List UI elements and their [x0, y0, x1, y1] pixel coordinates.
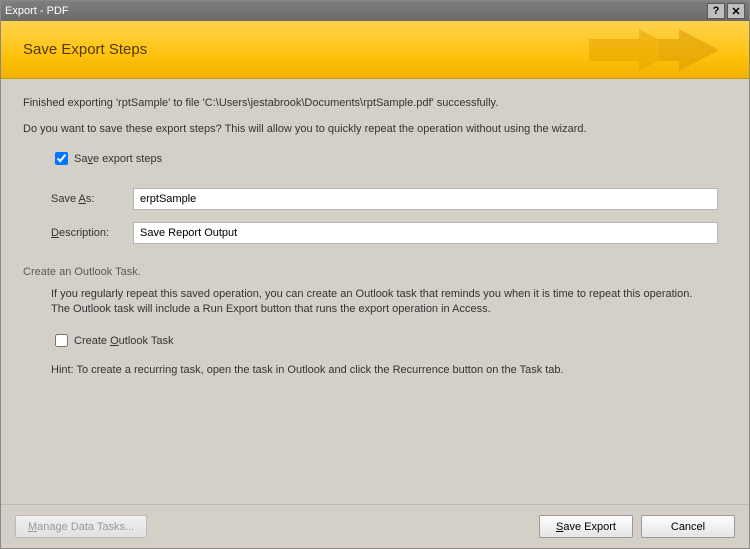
outlook-section-label: Create an Outlook Task.: [23, 266, 727, 278]
create-outlook-task-label: Create Outlook Task: [74, 335, 173, 347]
window-title: Export - PDF: [5, 5, 705, 17]
save-as-input[interactable]: [133, 188, 718, 210]
manage-data-tasks-button[interactable]: Manage Data Tasks...: [15, 515, 147, 538]
banner: Save Export Steps: [1, 21, 749, 79]
description-label: Description:: [51, 227, 133, 239]
finished-message: Finished exporting 'rptSample' to file '…: [23, 97, 727, 109]
close-icon: ✕: [731, 5, 740, 18]
button-bar: Manage Data Tasks... Save Export Cancel: [1, 504, 749, 548]
save-export-steps-checkbox[interactable]: [55, 152, 68, 165]
help-button[interactable]: ?: [707, 3, 725, 19]
create-outlook-task-row: Create Outlook Task: [51, 331, 727, 350]
save-export-steps-label: Save export steps: [74, 153, 162, 165]
description-input[interactable]: [133, 222, 718, 244]
save-export-button[interactable]: Save Export: [539, 515, 633, 538]
banner-arrow-icon: [529, 21, 729, 79]
help-icon: ?: [713, 5, 720, 17]
save-as-row: Save As:: [51, 188, 727, 210]
cancel-button[interactable]: Cancel: [641, 515, 735, 538]
save-question: Do you want to save these export steps? …: [23, 123, 727, 135]
outlook-hint: Hint: To create a recurring task, open t…: [51, 364, 727, 376]
close-button[interactable]: ✕: [727, 3, 745, 19]
create-outlook-task-checkbox[interactable]: [55, 334, 68, 347]
titlebar: Export - PDF ? ✕: [1, 1, 749, 21]
content-area: Finished exporting 'rptSample' to file '…: [1, 79, 749, 504]
save-as-label: Save As:: [51, 193, 133, 205]
description-row: Description:: [51, 222, 727, 244]
save-export-steps-row: Save export steps: [51, 149, 727, 168]
outlook-para-1: If you regularly repeat this saved opera…: [51, 288, 727, 300]
outlook-para-2: The Outlook task will include a Run Expo…: [51, 303, 727, 315]
outlook-section-body: If you regularly repeat this saved opera…: [51, 288, 727, 376]
export-pdf-dialog: Export - PDF ? ✕ Save Export Steps Finis…: [0, 0, 750, 549]
banner-title: Save Export Steps: [23, 41, 147, 58]
